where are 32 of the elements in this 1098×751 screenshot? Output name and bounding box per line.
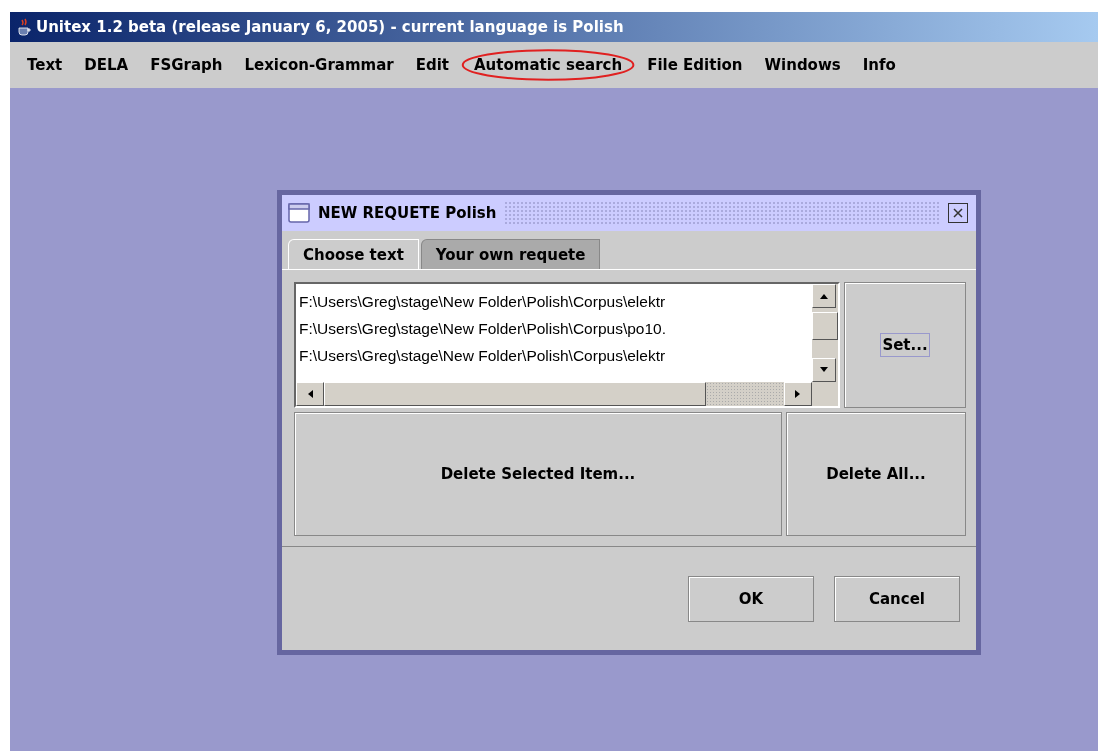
menu-item[interactable]: FSGraph [139, 52, 234, 78]
delete-selected-button[interactable]: Delete Selected Item... [294, 412, 782, 536]
list-item[interactable]: F:\Users\Greg\stage\New Folder\Polish\Corpus\elektr [299, 342, 812, 369]
close-button[interactable] [948, 203, 968, 223]
list-item[interactable]: F:\Users\Greg\stage\New Folder\Polish\Corpus\elektr [299, 288, 812, 315]
down-arrow-icon [819, 366, 829, 374]
tab[interactable]: Your own requete [420, 239, 601, 269]
set-button[interactable]: Set... [844, 282, 966, 408]
menu-item[interactable]: Automatic search [460, 48, 637, 82]
list-item[interactable]: F:\Users\Greg\stage\New Folder\Polish\Corpus\po10. [299, 315, 812, 342]
menu-item[interactable]: File Edition [636, 52, 754, 78]
menu-item[interactable]: Windows [753, 52, 852, 78]
menu-item[interactable]: DELA [73, 52, 140, 78]
close-icon [951, 206, 965, 220]
menu-item[interactable]: Edit [404, 52, 460, 78]
cup-icon [16, 18, 32, 36]
window-title: Unitex 1.2 beta (release January 6, 2005) - current language is Polish [36, 18, 624, 36]
delete-all-button[interactable]: Delete All... [786, 412, 966, 536]
menu-item[interactable]: Lexicon-Grammar [233, 52, 405, 78]
file-list[interactable]: F:\Users\Greg\stage\New Folder\Polish\Corpus\elektr F:\Users\Greg\stage\New Folder\Polish\Corpus\po10. F:\Users\Greg\stage\New Folder\Polish\Corpus\elektr [294, 282, 840, 408]
horizontal-scrollbar[interactable] [296, 382, 838, 406]
dialog-title: NEW REQUETE Polish [318, 204, 497, 222]
right-arrow-icon [794, 389, 802, 399]
cancel-button[interactable]: Cancel [834, 575, 960, 622]
ok-button[interactable]: OK [688, 575, 814, 622]
menu-item[interactable]: Text [16, 52, 74, 78]
tab[interactable]: Choose text [288, 239, 419, 269]
left-arrow-icon [306, 389, 314, 399]
up-arrow-icon [819, 292, 829, 300]
vertical-scrollbar[interactable] [812, 284, 838, 382]
menu-item[interactable]: Info [851, 52, 907, 78]
window-icon [288, 203, 310, 223]
